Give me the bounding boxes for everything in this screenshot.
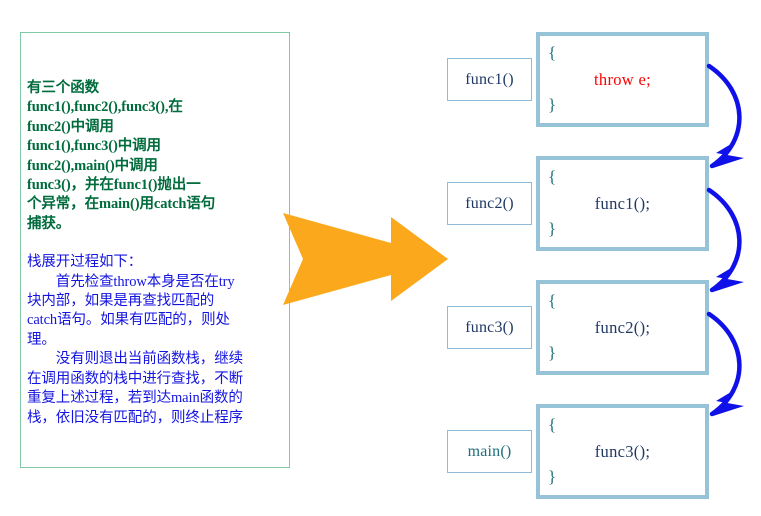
stack-frame-func3: func3() { func2(); } bbox=[447, 280, 709, 375]
close-brace: } bbox=[548, 467, 557, 486]
open-brace: { bbox=[548, 43, 557, 62]
unwind-arrow-func3-to-main bbox=[706, 311, 744, 417]
close-brace: } bbox=[548, 219, 557, 238]
frame-label-func3[interactable]: func3() bbox=[447, 306, 532, 349]
code-statement: func1(); bbox=[594, 194, 651, 213]
stack-frame-func1: func1() { throw e; } bbox=[447, 32, 709, 127]
unwind-arrow-func1-to-func2 bbox=[706, 63, 744, 169]
stack-frame-main: main() { func3(); } bbox=[447, 404, 709, 499]
frame-label-func1[interactable]: func1() bbox=[447, 58, 532, 101]
frame-label-main[interactable]: main() bbox=[447, 430, 532, 473]
open-brace: { bbox=[548, 415, 557, 434]
frame-code-func3: { func2(); } bbox=[536, 280, 709, 375]
frame-label-text: main() bbox=[467, 442, 512, 460]
code-statement: throw e; bbox=[594, 70, 651, 89]
frame-label-text: func3() bbox=[465, 318, 514, 336]
frame-code-func2: { func1(); } bbox=[536, 156, 709, 251]
code-statement: func2(); bbox=[594, 318, 651, 337]
close-brace: } bbox=[548, 343, 557, 362]
stack-frame-func2: func2() { func1(); } bbox=[447, 156, 709, 251]
open-brace: { bbox=[548, 167, 557, 186]
code-statement: func3(); bbox=[594, 442, 651, 461]
call-stack: func1() { throw e; } func2() { func1(); … bbox=[0, 0, 761, 516]
frame-label-text: func1() bbox=[465, 70, 514, 88]
unwind-arrow-func2-to-func3 bbox=[706, 187, 744, 293]
frame-label-func2[interactable]: func2() bbox=[447, 182, 532, 225]
open-brace: { bbox=[548, 291, 557, 310]
frame-label-text: func2() bbox=[465, 194, 514, 212]
frame-code-main: { func3(); } bbox=[536, 404, 709, 499]
frame-code-func1: { throw e; } bbox=[536, 32, 709, 127]
close-brace: } bbox=[548, 95, 557, 114]
